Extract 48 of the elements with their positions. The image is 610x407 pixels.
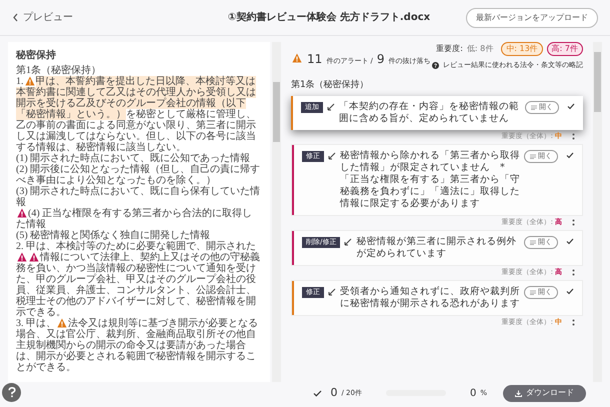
download-icon [515, 390, 522, 396]
medium-count-chip: 中: 13件 [501, 42, 543, 56]
clause-text: (4) 正当な権限を有する第三者から合法的に取得した情報 [16, 208, 254, 230]
back-link[interactable]: プレビュー [12, 10, 192, 25]
clause-text: (2) 開示後に公知となった情報（但し、自己の責に帰すべき事由により公知となったものを除く。） [16, 164, 262, 186]
issue-text: 秘密情報から除かれる「第三者から取得した情報」が限定されていません *「正当な権限を有する」第三者から「守秘義務を負わずに」「適法に」取得した情報に限定する必要があります [340, 150, 520, 210]
low-count: 低: 8件 [466, 43, 494, 55]
issue-text: 受領者から通知されずに、政府や裁判所に秘密情報が開示される恐れがあります [340, 286, 520, 310]
done-count: 0 [330, 384, 338, 401]
question-icon [8, 387, 16, 398]
section-title: 第1条（秘密保持） [291, 78, 370, 92]
more-icon[interactable] [572, 219, 575, 226]
chevron-left-icon [12, 13, 19, 22]
clause-text: (3) 開示された時点において、既に自ら保有していた情報 [16, 186, 262, 208]
percent-value: 0 [470, 386, 476, 400]
download-button[interactable]: ダウンロード [503, 384, 586, 402]
check-icon[interactable] [566, 288, 574, 295]
scrollbar[interactable] [593, 42, 602, 382]
issue-text: 「本契約の存在・内容」を秘密情報の範囲に含める旨が、定められていません [339, 101, 520, 125]
list-icon [530, 154, 536, 159]
upload-button[interactable]: 最新バージョンをアップロード [466, 8, 598, 28]
issue-text: 秘密情報が第三者に開示される例外が定められています [356, 236, 518, 260]
check-icon[interactable] [566, 152, 574, 159]
severity-label: 重要度: [436, 43, 463, 55]
high-count-chip: 高: 7件 [546, 42, 583, 56]
clause-text: 1. 甲は、本誓約書を提出した日以降、本検討等又は本誓約書に関連して乙又はその代理人から受領し又は開示を受ける乙及びそのグループ会社の情報（以下「秘密情報」という。）を秘密として厳格に管理し、乙の事前の書面による同意がない限り、第三者に開示し又は漏洩してはならない。但し、以下の各号に該当する情報は、秘密情報に該当しない。 [16, 76, 257, 153]
clause-text: (5) 秘密情報と関係なく独自に開発した情報 [16, 230, 212, 241]
more-icon[interactable] [572, 319, 575, 326]
alert-count: 11 [307, 51, 322, 68]
check-icon [313, 390, 322, 396]
list-icon [530, 290, 536, 295]
document-heading: 秘密保持 [16, 50, 57, 61]
missing-count: 9 [376, 51, 385, 68]
check-icon[interactable] [567, 103, 575, 110]
help-icon [432, 62, 439, 69]
help-button[interactable] [2, 383, 21, 402]
clause-text: (1) 開示された時点において、既に公知であった情報 [16, 153, 252, 164]
scrollbar[interactable] [272, 42, 281, 382]
list-icon [531, 104, 537, 110]
check-icon[interactable] [566, 238, 574, 245]
list-icon [530, 240, 536, 245]
more-icon[interactable] [572, 269, 575, 276]
clause-text: 2. 甲は、本検討等のために必要な範囲で、開示された 情報について法律上、契約上又はその他の守秘義務を負い、かつ当該情報の秘密性について通知を受けた、甲のグループ会社、甲又はそのグループ会社の役員、従業員、弁護士、コンサルタント、公認会計士、税理士その他のアドバイザーに対して、秘密情報を開示できる。 [16, 241, 261, 318]
warning-icon [292, 53, 302, 63]
more-icon[interactable] [572, 133, 575, 140]
clause-text: 第1条（秘密保持） [16, 65, 101, 76]
clause-text: 3. 甲は、 法令又は規則等に基づき開示が必要となる場合、又は官公庁、裁判所、金融商品取引所その他自主規制機関からの開示の命令又は要請があった場合は、開示が必要とされる範囲で秘密情報を開示することができる。 [16, 318, 259, 373]
document-title: ①契約書レビュー体験会 先方ドラフト.docx [226, 10, 432, 25]
